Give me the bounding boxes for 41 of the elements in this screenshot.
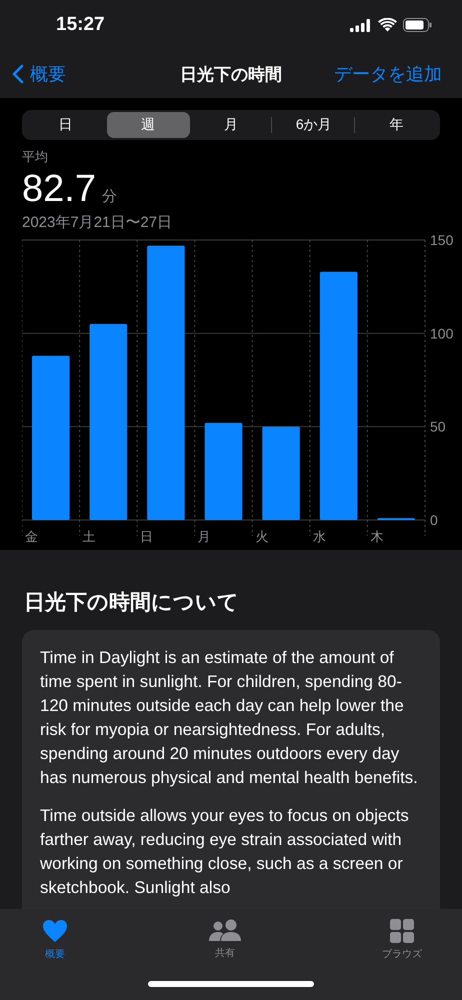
period-tab[interactable]: 週	[106, 112, 190, 138]
x-axis-label: 水	[312, 529, 326, 544]
date-range: 2023年7月21日〜27日	[22, 213, 174, 232]
tab-label: ブラウズ	[382, 948, 422, 961]
x-axis-label: 木	[370, 529, 384, 544]
tab-label: 共有	[215, 946, 235, 960]
x-axis-label: 月	[198, 529, 211, 544]
grid-icon	[390, 919, 414, 943]
tab-bar-item[interactable]: 共有	[208, 919, 242, 969]
page-title: 日光下の時間	[180, 64, 282, 86]
period-tab[interactable]: 日	[24, 112, 107, 138]
x-axis-label: 土	[82, 529, 96, 544]
y-axis-label: 150	[430, 232, 454, 248]
back-button[interactable]: 概要	[12, 62, 66, 86]
average-value: 82.7	[22, 168, 96, 211]
period-tab[interactable]: 年	[355, 112, 438, 138]
section-heading: 日光下の時間について	[24, 590, 240, 616]
x-axis-label: 金	[25, 529, 38, 544]
y-axis-label: 100	[430, 325, 454, 342]
signal-icon	[350, 18, 372, 32]
x-axis-label: 日	[140, 529, 154, 544]
battery-icon	[403, 18, 432, 32]
average-label: 平均	[22, 148, 49, 166]
description-paragraph: Time in Daylight is an estimate of the amount of time spent in sunlight. For children, spending 80-120 minutes outside each day can help lower the risk for myopia or nearsightedness. For adults, spending around 20 minutes outdoors every day has numerous physical and mental health benefits.	[40, 647, 419, 789]
period-tab[interactable]: 月	[190, 112, 272, 138]
period-tab[interactable]: 6か月	[272, 112, 356, 138]
people-icon	[208, 919, 242, 942]
y-axis-label: 0	[430, 512, 438, 528]
back-chevron-icon	[12, 64, 24, 84]
tab-bar-item[interactable]: 概要	[42, 919, 68, 969]
wifi-icon	[378, 18, 397, 32]
unit-label: 分	[102, 187, 117, 206]
description-paragraph: Time outside allows your eyes to focus on objects farther away, reducing eye strain associated with working on something close, such as a screen or sketchbook. Sunlight also	[40, 805, 410, 899]
y-axis-label: 50	[430, 418, 446, 435]
add-data-button[interactable]: データを追加	[334, 62, 442, 86]
tab-bar-item[interactable]: ブラウズ	[382, 919, 422, 969]
status-time: 15:27	[56, 14, 105, 36]
heart-icon	[42, 919, 68, 943]
x-axis-label: 火	[255, 529, 268, 544]
back-label: 概要	[30, 63, 66, 86]
tab-label: 概要	[45, 948, 65, 961]
